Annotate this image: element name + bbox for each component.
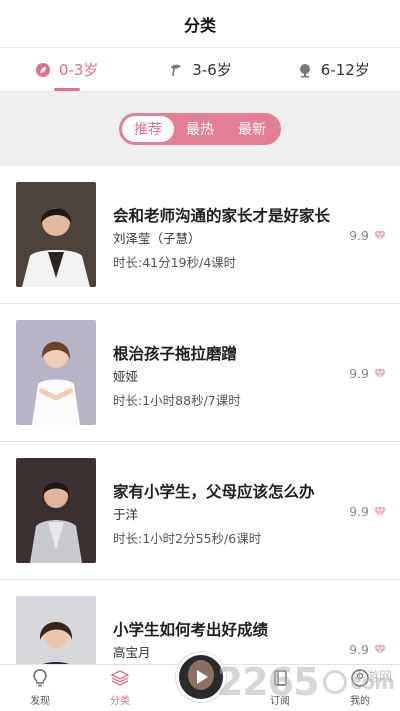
course-price: 9.9 — [349, 642, 386, 657]
course-title: 小学生如何考出好成绩 — [113, 621, 269, 639]
sprout-icon — [171, 64, 182, 76]
course-price: 9.9 — [349, 366, 386, 381]
course-meta: 时长:1小时2分55秒/6课时 — [113, 531, 262, 546]
sort-hottest[interactable]: 最热 — [174, 116, 226, 142]
course-thumbnail — [16, 182, 96, 287]
price-value: 9.9 — [349, 642, 369, 657]
course-title: 家有小学生，父母应该怎么办 — [113, 483, 315, 501]
tab-label: 0-3岁 — [58, 61, 99, 79]
diamond-icon — [374, 644, 386, 655]
now-playing-button[interactable] — [176, 652, 226, 702]
course-price: 9.9 — [349, 504, 386, 519]
book-icon — [274, 670, 287, 686]
tab-mine[interactable]: 我的 — [320, 665, 400, 711]
course-thumbnail — [16, 458, 96, 563]
tab-label: 3-6岁 — [192, 61, 232, 79]
diamond-icon — [374, 368, 386, 379]
course-price: 9.9 — [349, 228, 386, 243]
course-author: 高宝月 — [113, 645, 151, 660]
tab-category[interactable]: 分类 — [80, 665, 160, 711]
layers-icon — [110, 670, 130, 686]
course-meta: 时长:1小时88秒/7课时 — [113, 393, 241, 408]
lightbulb-icon — [33, 669, 47, 687]
course-item[interactable]: 家有小学生，父母应该怎么办 于洋 时长:1小时2分55秒/6课时 9.9 — [0, 442, 400, 580]
course-title: 会和老师沟通的家长才是好家长 — [113, 207, 331, 225]
tab-label: 发现 — [30, 696, 50, 707]
sort-recommended[interactable]: 推荐 — [122, 116, 174, 142]
play-icon — [197, 670, 208, 684]
course-item[interactable]: 根治孩子拖拉磨蹭 娅娅 时长:1小时88秒/7课时 9.9 — [0, 304, 400, 442]
tab-discover[interactable]: 发现 — [0, 665, 80, 711]
course-author: 娅娅 — [113, 369, 139, 384]
tab-label: 分类 — [110, 696, 130, 707]
course-meta: 时长:41分19秒/4课时 — [113, 255, 237, 270]
price-value: 9.9 — [349, 366, 369, 381]
course-title: 根治孩子拖拉磨蹭 — [113, 345, 238, 363]
tab-label: 订阅 — [270, 696, 290, 707]
leaf-icon — [35, 62, 50, 77]
nav-bar: 分类 — [0, 0, 400, 48]
price-value: 9.9 — [349, 228, 369, 243]
sort-segmented-control: 推荐 最热 最新 — [119, 113, 281, 145]
tab-age-3-6[interactable]: 3-6岁 — [133, 48, 266, 91]
course-author: 刘泽莹（子慧） — [113, 231, 201, 246]
diamond-icon — [374, 506, 386, 517]
tab-subscribe[interactable]: 订阅 — [240, 665, 320, 711]
course-thumbnail — [16, 320, 96, 425]
course-item[interactable]: 会和老师沟通的家长才是好家长 刘泽莹（子慧） 时长:41分19秒/4课时 9.9 — [0, 166, 400, 304]
tab-age-6-12[interactable]: 6-12岁 — [267, 48, 400, 91]
sort-filter-bar: 推荐 最热 最新 — [0, 92, 400, 166]
age-tabs: 0-3岁 3-6岁 6-12岁 — [0, 48, 400, 92]
course-author: 于洋 — [113, 507, 139, 522]
tab-label: 6-12岁 — [320, 61, 370, 79]
tab-age-0-3[interactable]: 0-3岁 — [0, 48, 133, 91]
tab-label: 我的 — [350, 696, 370, 707]
sort-newest[interactable]: 最新 — [226, 116, 278, 142]
course-list: 会和老师沟通的家长才是好家长 刘泽莹（子慧） 时长:41分19秒/4课时 9.9… — [0, 166, 400, 711]
page-title: 分类 — [183, 15, 216, 35]
diamond-icon — [374, 230, 386, 241]
user-icon — [351, 669, 369, 687]
tree-icon — [299, 63, 310, 77]
price-value: 9.9 — [349, 504, 369, 519]
